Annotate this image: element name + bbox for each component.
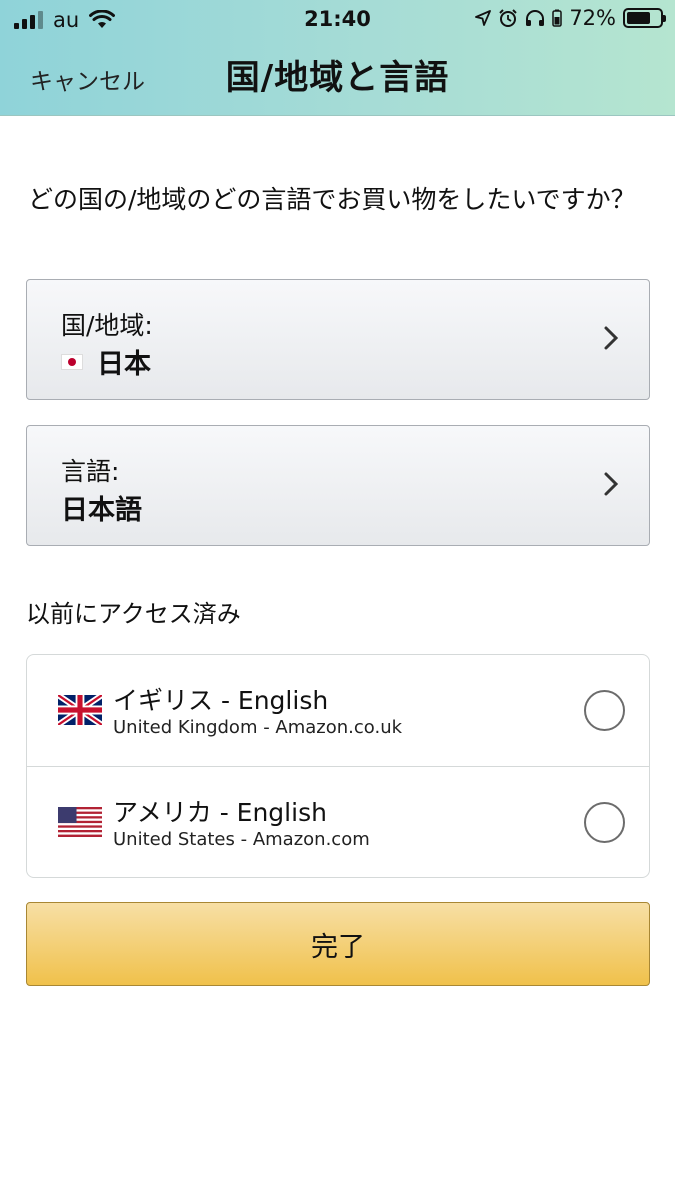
japan-flag-icon xyxy=(61,353,83,370)
headphones-icon xyxy=(526,10,545,26)
app-header: au 21:40 72% キャンセル 国/地域と言語 xyxy=(0,0,675,116)
country-select[interactable]: 国/地域: 日本 xyxy=(26,279,650,400)
location-arrow-icon xyxy=(475,10,492,26)
language-value: 日本語 xyxy=(61,495,142,526)
list-item-subtitle: United Kingdom - Amazon.co.uk xyxy=(113,717,403,738)
list-item-uk[interactable]: イギリス - English United Kingdom - Amazon.c… xyxy=(27,655,649,766)
chevron-right-icon xyxy=(603,470,619,505)
alarm-clock-icon xyxy=(499,9,518,27)
status-right: 72% xyxy=(475,6,666,30)
country-value-text: 日本 xyxy=(97,349,151,380)
previous-marketplaces-list: イギリス - English United Kingdom - Amazon.c… xyxy=(26,654,650,878)
us-flag-icon xyxy=(58,807,102,837)
question-text: どの国の/地域のどの言語でお買い物をしたいですか？ xyxy=(28,185,636,214)
phone-battery-icon xyxy=(552,9,563,27)
radio-button-uk[interactable] xyxy=(584,690,625,731)
done-button[interactable]: 完了 xyxy=(26,902,650,986)
list-item-subtitle: United States - Amazon.com xyxy=(113,829,370,850)
country-label: 国/地域: xyxy=(61,311,153,340)
list-item-us[interactable]: アメリカ - English United States - Amazon.co… xyxy=(27,766,649,877)
list-item-title: イギリス - English xyxy=(113,686,329,715)
battery-icon xyxy=(623,8,666,28)
battery-percent: 72% xyxy=(569,6,616,30)
list-item-title: アメリカ - English xyxy=(113,798,327,827)
uk-flag-icon xyxy=(58,695,102,725)
radio-button-us[interactable] xyxy=(584,802,625,843)
chevron-right-icon xyxy=(603,324,619,359)
language-select[interactable]: 言語: 日本語 xyxy=(26,425,650,546)
status-bar: au 21:40 72% xyxy=(0,0,675,40)
previously-visited-heading: 以前にアクセス済み xyxy=(26,600,241,628)
page-title: 国/地域と言語 xyxy=(225,58,450,98)
country-value: 日本 xyxy=(61,342,151,381)
language-label: 言語: xyxy=(61,457,120,486)
